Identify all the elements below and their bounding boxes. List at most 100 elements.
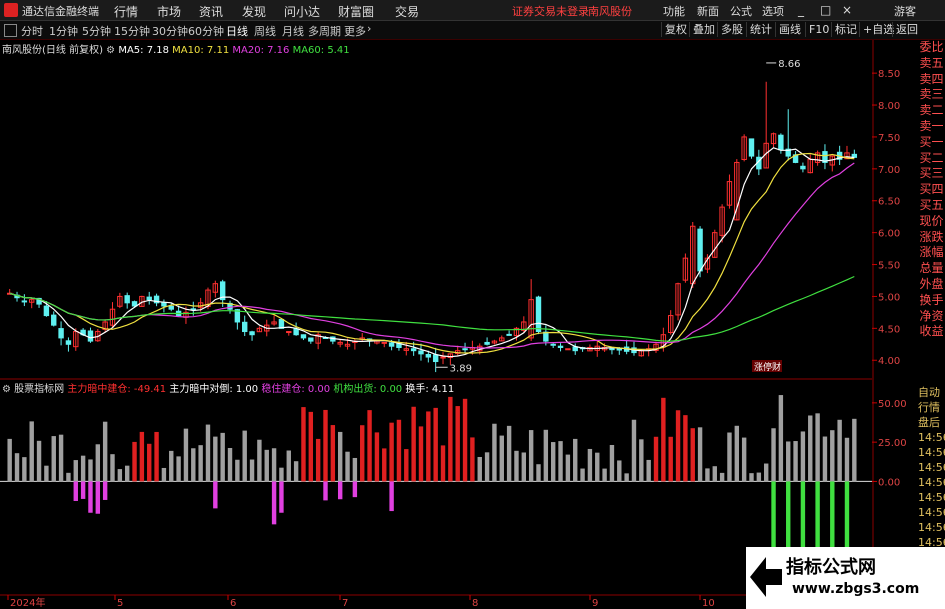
side-label[interactable]: 收益 (918, 324, 945, 340)
stats-button[interactable]: 统计 (746, 22, 775, 37)
x-tick-label: 9 (592, 598, 598, 609)
side-label[interactable]: 卖五 (918, 56, 945, 72)
tab-timeshare[interactable]: 分时 (21, 23, 43, 39)
mark-button[interactable]: 标记 (831, 22, 860, 37)
tab-monthly[interactable]: 月线 (282, 23, 304, 39)
side-time-label[interactable]: 盘后 (918, 415, 945, 430)
menu-item-quotes[interactable]: 行情 (114, 3, 138, 20)
menu-item-market[interactable]: 市场 (157, 3, 181, 20)
indicator-bar (433, 407, 438, 482)
limit-up-badge[interactable]: 涨停财 (754, 361, 781, 373)
candle-body (432, 354, 439, 363)
candle-body (609, 348, 615, 351)
candle-body (293, 328, 299, 336)
minimize-icon[interactable]: _ (798, 3, 804, 17)
side-label[interactable]: 外盘 (918, 277, 945, 293)
indicator-bar (697, 427, 703, 482)
indicator-bar (161, 467, 167, 482)
side-label[interactable]: 委比 (918, 40, 945, 56)
menu-bar: 通达信金融终端 行情 市场 资讯 发现 问小达 财富圈 交易 证券交易未登录 南… (0, 0, 945, 21)
x-tick-label: 6 (230, 598, 236, 609)
side-label[interactable]: 涨幅 (918, 245, 945, 261)
draw-line-button[interactable]: 画线 (775, 22, 804, 37)
candle-body (131, 301, 138, 307)
tab-daily[interactable]: 日线 (226, 23, 248, 39)
side-label[interactable]: 总量 (918, 261, 945, 277)
y-tick-label: 8.50 (878, 69, 900, 80)
indicator-bar (301, 407, 306, 482)
indicator-bar (741, 437, 747, 482)
guest-login[interactable]: 游客 (894, 3, 916, 19)
close-icon[interactable]: × (842, 3, 852, 17)
side-label[interactable]: 买二 (918, 151, 945, 167)
price-chart[interactable]: 8.50 8.00 7.50 7.00 6.50 6.00 5.50 5.00 4.50 4.00… (0, 40, 918, 609)
indicator-bar (506, 425, 512, 482)
indicator-bar (690, 428, 695, 482)
back-button[interactable]: 返回 (892, 22, 921, 37)
menu-item-news[interactable]: 资讯 (199, 3, 223, 20)
indicator-bar (528, 430, 534, 482)
candle-body (286, 331, 292, 334)
menu-item-discover[interactable]: 发现 (242, 3, 266, 20)
menu-item-formula[interactable]: 公式 (730, 3, 752, 19)
menu-item-ask[interactable]: 问小达 (284, 3, 320, 20)
indicator-bar (771, 428, 776, 482)
account-status[interactable]: 证券交易未登录 (512, 3, 589, 19)
side-label[interactable]: 买三 (918, 166, 945, 182)
high-label: 8.66 (778, 59, 800, 70)
indicator-bar (154, 431, 159, 482)
side-label[interactable]: 买一 (918, 135, 945, 151)
menu-item-new-layout[interactable]: 新面 (697, 3, 719, 19)
tab-1min[interactable]: 1分钟 (49, 23, 78, 39)
side-label[interactable]: 买五 (918, 198, 945, 214)
side-time-label[interactable]: 14:56 (918, 520, 945, 535)
tab-multi-period[interactable]: 多周期 (308, 23, 341, 39)
side-label[interactable]: 换手 (918, 293, 945, 309)
menu-item-options[interactable]: 选项 (762, 3, 784, 19)
side-time-label[interactable]: 14:56 (918, 460, 945, 475)
side-label[interactable]: 卖二 (918, 103, 945, 119)
side-label[interactable]: 现价 (918, 214, 945, 230)
side-label[interactable]: 卖一 (918, 119, 945, 135)
side-time-label[interactable]: 自动 (918, 385, 945, 400)
side-time-label[interactable]: 14:56 (918, 475, 945, 490)
tab-weekly[interactable]: 周线 (254, 23, 276, 39)
candle-body (410, 348, 417, 352)
side-label[interactable]: 净资 (918, 309, 945, 325)
side-time-label[interactable]: 14:56 (918, 430, 945, 445)
indicator-bar (404, 449, 409, 482)
multi-stock-button[interactable]: 多股 (717, 22, 746, 37)
stable-build-bar (279, 481, 284, 513)
tab-5min[interactable]: 5分钟 (82, 23, 111, 39)
chevron-right-icon[interactable]: › (367, 22, 371, 35)
tab-60min[interactable]: 60分钟 (188, 23, 224, 39)
indicator-bar (602, 468, 607, 482)
tab-more[interactable]: 更多 (344, 23, 366, 39)
checkbox-icon[interactable] (4, 24, 17, 37)
indicator-bar (727, 432, 732, 482)
menu-item-wealth[interactable]: 财富圈 (338, 3, 374, 20)
side-time-label[interactable]: 14:56 (918, 445, 945, 460)
menu-item-trade[interactable]: 交易 (395, 3, 419, 20)
tab-15min[interactable]: 15分钟 (114, 23, 150, 39)
overlay-button[interactable]: 叠加 (689, 22, 718, 37)
side-label[interactable]: 买四 (918, 182, 945, 198)
f10-button[interactable]: F10 (805, 22, 832, 37)
adjust-button[interactable]: 复权 (661, 22, 690, 37)
side-time-label[interactable]: 行情 (918, 400, 945, 415)
indicator-bar (815, 413, 820, 482)
x-tick-label: 2024年 (10, 596, 45, 609)
side-time-label[interactable]: 14:56 (918, 490, 945, 505)
indicator-bar (830, 430, 835, 482)
candle-body (65, 340, 72, 345)
menu-item-function[interactable]: 功能 (663, 3, 685, 19)
side-label[interactable]: 卖三 (918, 87, 945, 103)
tab-30min[interactable]: 30分钟 (152, 23, 188, 39)
side-label[interactable]: 涨跌 (918, 230, 945, 246)
maximize-icon[interactable]: □ (820, 3, 831, 17)
indicator-bar (58, 434, 64, 482)
indicator-bar (242, 430, 247, 482)
indicator-bar (609, 444, 615, 482)
side-label[interactable]: 卖四 (918, 72, 945, 88)
side-time-label[interactable]: 14:56 (918, 505, 945, 520)
